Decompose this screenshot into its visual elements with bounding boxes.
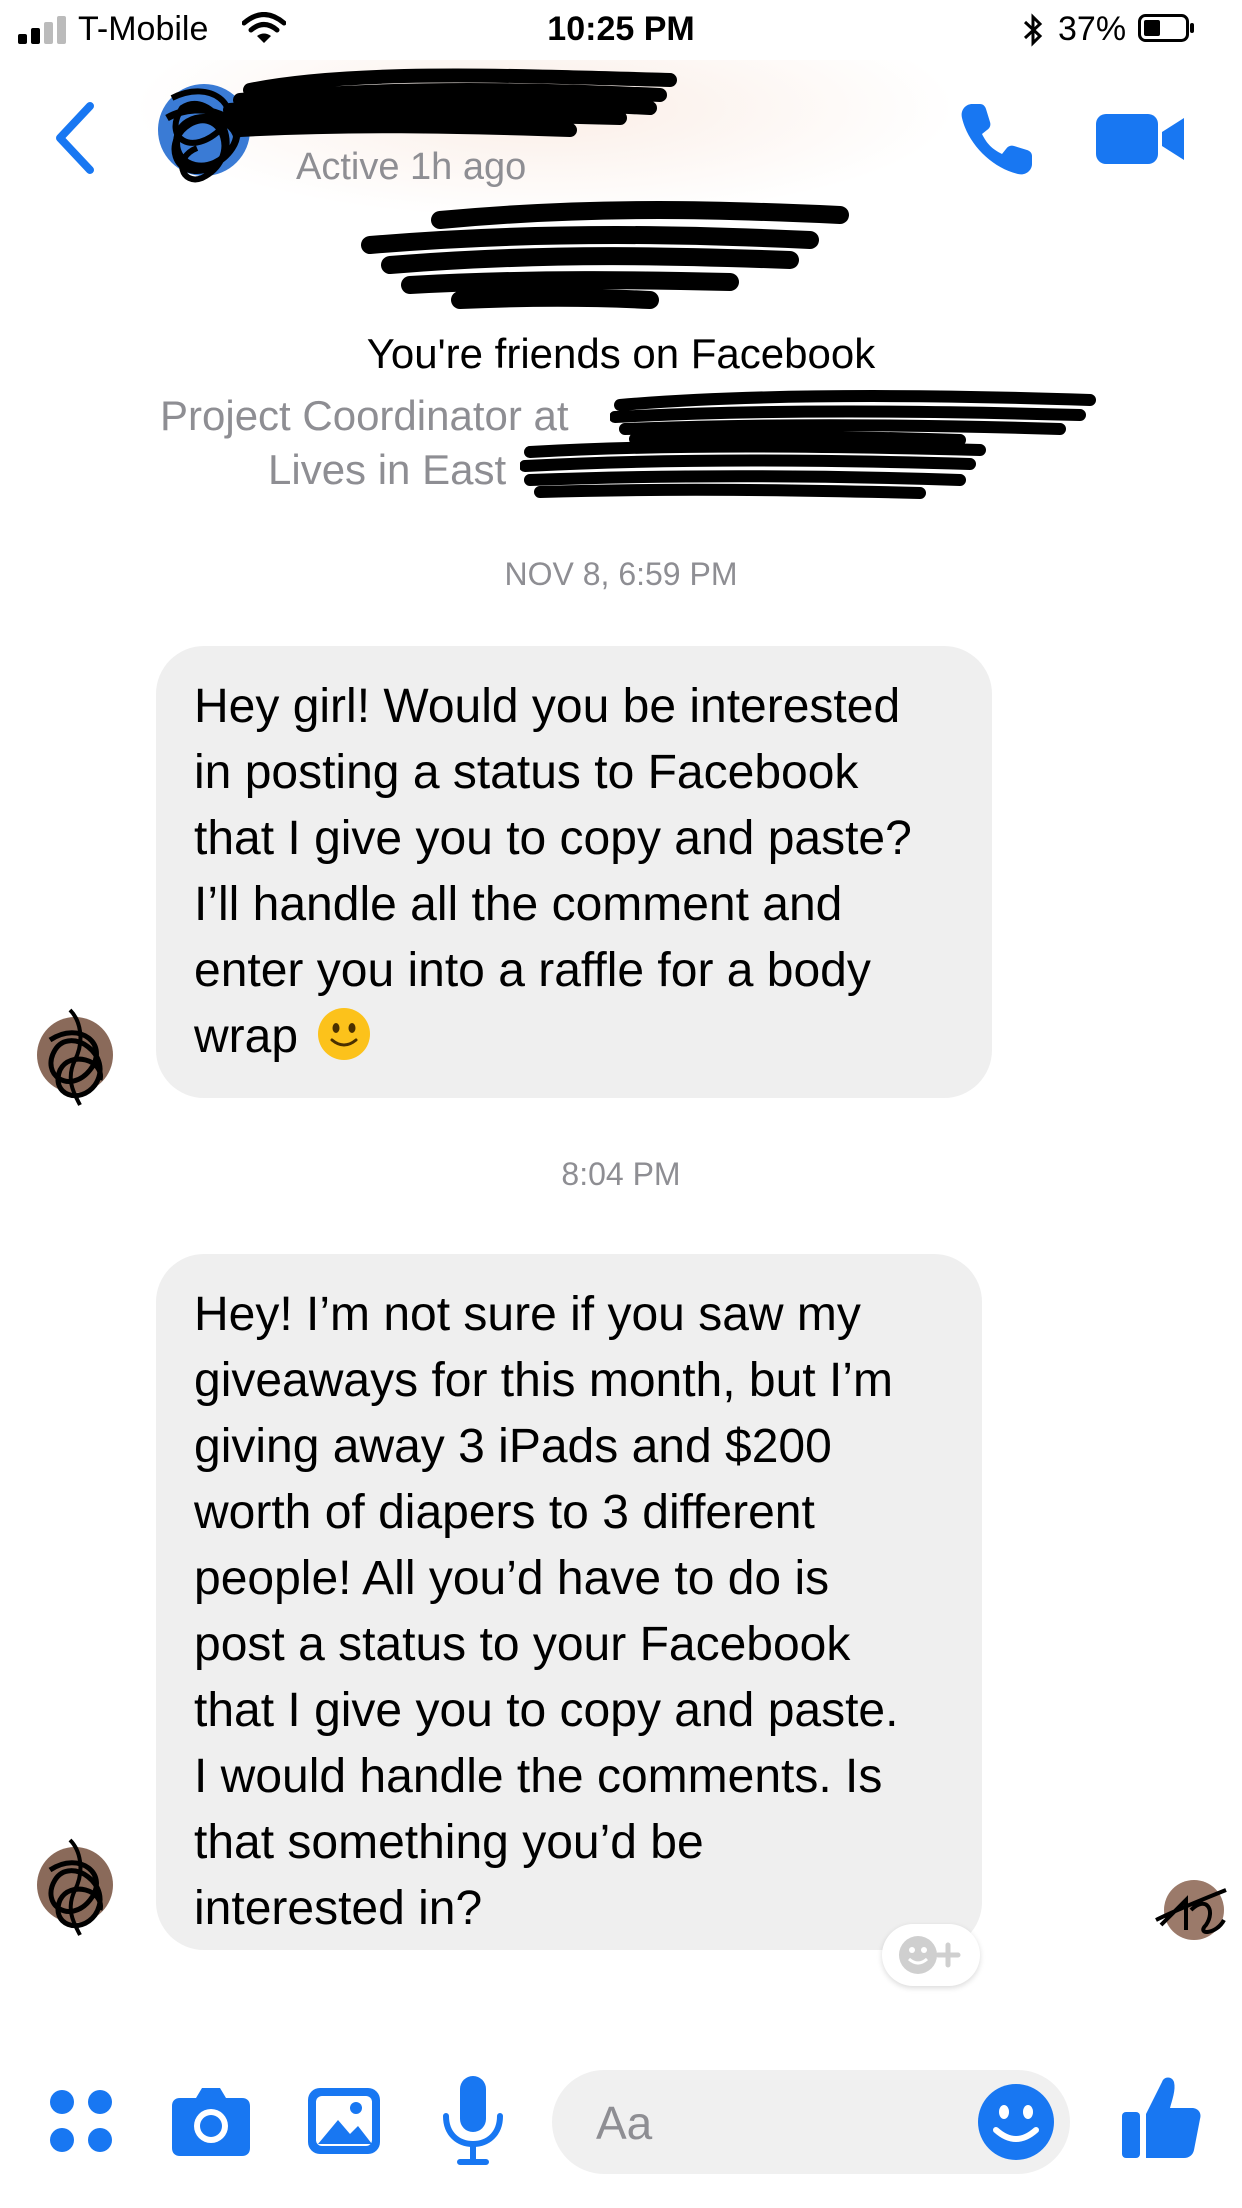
battery-percent: 37% xyxy=(1058,10,1127,48)
message-bubble[interactable]: Hey girl! Would you be interested in pos… xyxy=(156,646,992,1098)
message-bubble[interactable]: Hey! I’m not sure if you saw my giveaway… xyxy=(156,1254,982,1950)
profile-name-redaction xyxy=(361,201,849,309)
clock: 10:25 PM xyxy=(547,10,695,48)
microphone-icon[interactable] xyxy=(440,2072,506,2168)
timestamp: 8:04 PM xyxy=(561,1156,681,1192)
status-bar: T-Mobile 10:25 PM 37% xyxy=(0,0,1242,60)
friends-note: You're friends on Facebook xyxy=(366,330,876,377)
sender-avatar[interactable] xyxy=(30,1830,120,1940)
sender-avatar[interactable] xyxy=(30,1000,120,1110)
bluetooth-icon xyxy=(1023,13,1043,47)
message-input[interactable] xyxy=(594,2092,928,2154)
emoji-icon[interactable] xyxy=(976,2082,1056,2162)
active-status: Active 1h ago xyxy=(296,146,527,188)
location-info: Lives in East xyxy=(268,446,507,493)
photo-icon[interactable] xyxy=(306,2080,382,2160)
video-icon[interactable] xyxy=(1096,110,1188,168)
phone-icon[interactable] xyxy=(956,98,1038,180)
back-icon[interactable] xyxy=(50,100,100,176)
message-text: Hey! I’m not sure if you saw my giveaway… xyxy=(194,1288,899,1935)
message-text: Hey girl! Would you be interested in pos… xyxy=(194,680,912,1063)
location-redaction xyxy=(520,440,986,499)
battery-icon xyxy=(1138,14,1194,42)
add-reaction-icon xyxy=(899,1936,961,1974)
read-receipt-avatar xyxy=(1155,1880,1227,1940)
camera-icon[interactable] xyxy=(170,2080,252,2160)
timestamp: NOV 8, 6:59 PM xyxy=(504,556,738,592)
smile-emoji-icon xyxy=(318,1008,371,1060)
thumbs-up-icon[interactable] xyxy=(1118,2072,1202,2162)
job-info: Project Coordinator at xyxy=(160,392,569,439)
add-reaction-button[interactable] xyxy=(882,1924,980,1986)
more-icon[interactable] xyxy=(48,2088,114,2154)
